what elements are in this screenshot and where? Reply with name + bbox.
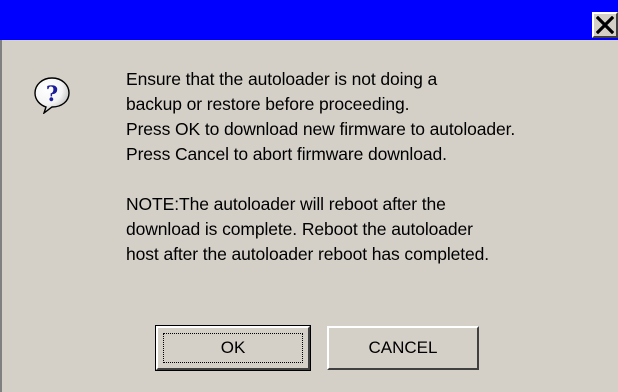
note-line: host after the autoloader reboot has com… — [126, 244, 490, 264]
close-icon — [596, 16, 614, 34]
message-spacer — [126, 167, 614, 192]
message-line: Press OK to download new firmware to aut… — [126, 119, 516, 139]
question-icon: ? — [34, 77, 70, 114]
message-line: backup or restore before proceeding. — [126, 94, 410, 114]
question-glyph: ? — [46, 81, 58, 106]
note-line: NOTE:The autoloader will reboot after th… — [126, 194, 446, 214]
cancel-button-label: CANCEL — [368, 338, 438, 357]
message-line: Press Cancel to abort firmware download. — [126, 144, 447, 164]
window-left-border — [0, 40, 2, 392]
message-line: Ensure that the autoloader is not doing … — [126, 69, 438, 89]
ok-button-label: OK — [220, 338, 246, 357]
note-line: download is complete. Reboot the autoloa… — [126, 219, 473, 239]
message-text: Ensure that the autoloader is not doing … — [126, 67, 614, 267]
cancel-button[interactable]: CANCEL — [327, 326, 479, 370]
close-button[interactable] — [592, 12, 618, 38]
firmware-download-dialog: ? Ensure that the autoloader is not doin… — [0, 0, 618, 392]
ok-button[interactable]: OK — [155, 325, 311, 371]
title-bar — [0, 0, 618, 40]
